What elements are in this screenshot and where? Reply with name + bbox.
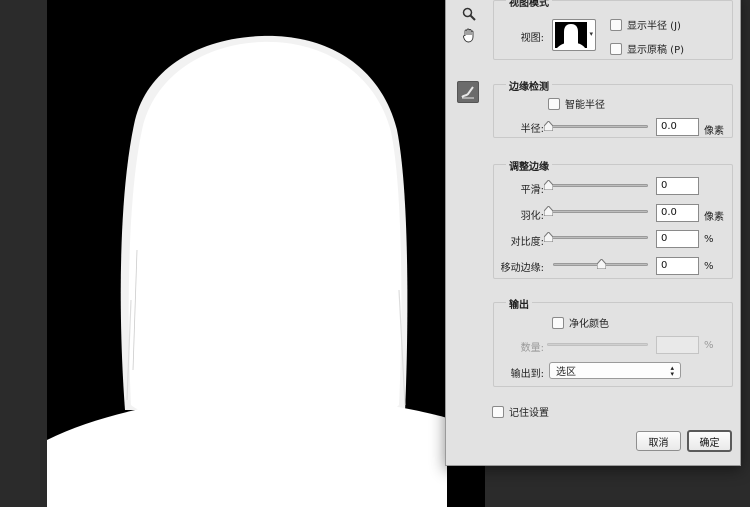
feather-slider-thumb[interactable] [544, 206, 553, 216]
ok-button[interactable]: 确定 [687, 430, 732, 452]
radius-label: 半径: [520, 124, 544, 135]
decontaminate-colors-checkbox[interactable]: 净化颜色 [552, 315, 609, 330]
workspace-left [0, 0, 47, 507]
show-radius-label: 显示半径 (J) [627, 21, 681, 32]
amount-input [656, 336, 699, 354]
feather-label: 羽化: [520, 211, 544, 222]
silhouette-mask [47, 0, 485, 507]
shift-edge-input[interactable]: 0 [656, 257, 699, 275]
refine-radius-brush-icon[interactable] [457, 81, 479, 103]
output-to-value: 选区 [556, 367, 576, 378]
radius-input[interactable]: 0.0 [656, 118, 699, 136]
feather-input[interactable]: 0.0 [656, 204, 699, 222]
radius-slider-thumb[interactable] [544, 121, 553, 131]
feather-unit: 像素 [704, 212, 724, 223]
radius-unit: 像素 [704, 126, 724, 137]
contrast-unit: % [704, 234, 714, 245]
amount-unit: % [704, 340, 714, 351]
show-radius-box[interactable] [610, 18, 622, 31]
smart-radius-label: 智能半径 [565, 100, 605, 111]
smooth-slider[interactable] [544, 180, 648, 190]
shift-edge-slider[interactable] [553, 259, 648, 269]
output-to-label: 输出到: [510, 369, 544, 380]
remember-settings-checkbox[interactable]: 记住设置 [492, 404, 549, 419]
dropdown-arrow-icon: ▾ [589, 30, 593, 38]
view-mode-dropdown[interactable]: ▾ [552, 19, 596, 51]
smart-radius-box[interactable] [548, 97, 560, 110]
select-arrows-icon: ▴ ▾ [670, 363, 674, 378]
contrast-label: 对比度: [510, 237, 544, 248]
show-original-checkbox[interactable]: 显示原稿 (P) [610, 41, 684, 56]
mask-preview-canvas[interactable] [47, 0, 485, 507]
zoom-tool-icon[interactable] [458, 3, 480, 25]
contrast-slider-thumb[interactable] [544, 232, 553, 242]
cancel-button[interactable]: 取消 [636, 431, 681, 451]
smooth-input[interactable]: 0 [656, 177, 699, 195]
workspace-right [741, 0, 750, 507]
view-thumbnail [555, 22, 587, 48]
amount-label: 数量: [520, 343, 544, 354]
show-original-label: 显示原稿 (P) [627, 45, 685, 56]
shift-edge-unit: % [704, 261, 714, 272]
show-original-box[interactable] [610, 42, 622, 55]
adjust-edge-title: 调整边缘 [506, 158, 552, 173]
decontaminate-colors-label: 净化颜色 [569, 319, 609, 330]
edge-detection-title: 边缘检测 [506, 78, 552, 93]
radius-slider[interactable] [544, 121, 648, 131]
hand-tool-icon[interactable] [458, 24, 480, 46]
remember-settings-box[interactable] [492, 405, 504, 418]
output-title: 输出 [506, 296, 532, 311]
contrast-slider[interactable] [544, 232, 648, 242]
view-mode-title: 视图模式 [506, 0, 552, 9]
view-label: 视图: [520, 33, 544, 44]
contrast-input[interactable]: 0 [656, 230, 699, 248]
shift-edge-slider-thumb[interactable] [597, 259, 606, 269]
smooth-label: 平滑: [520, 185, 544, 196]
output-to-select[interactable]: 选区 ▴ ▾ [549, 362, 681, 379]
refine-edge-dialog: 视图模式 视图: ▾ 显示半径 (J) 显示原稿 (P) 边缘检测 智能半径 半… [445, 0, 741, 466]
smooth-slider-thumb[interactable] [544, 180, 553, 190]
remember-settings-label: 记住设置 [509, 408, 549, 419]
shift-edge-label: 移动边缘: [500, 263, 544, 274]
show-radius-checkbox[interactable]: 显示半径 (J) [610, 17, 681, 32]
smart-radius-checkbox[interactable]: 智能半径 [548, 96, 605, 111]
feather-slider[interactable] [544, 206, 648, 216]
amount-slider [547, 343, 648, 346]
decontaminate-colors-box[interactable] [552, 316, 564, 329]
